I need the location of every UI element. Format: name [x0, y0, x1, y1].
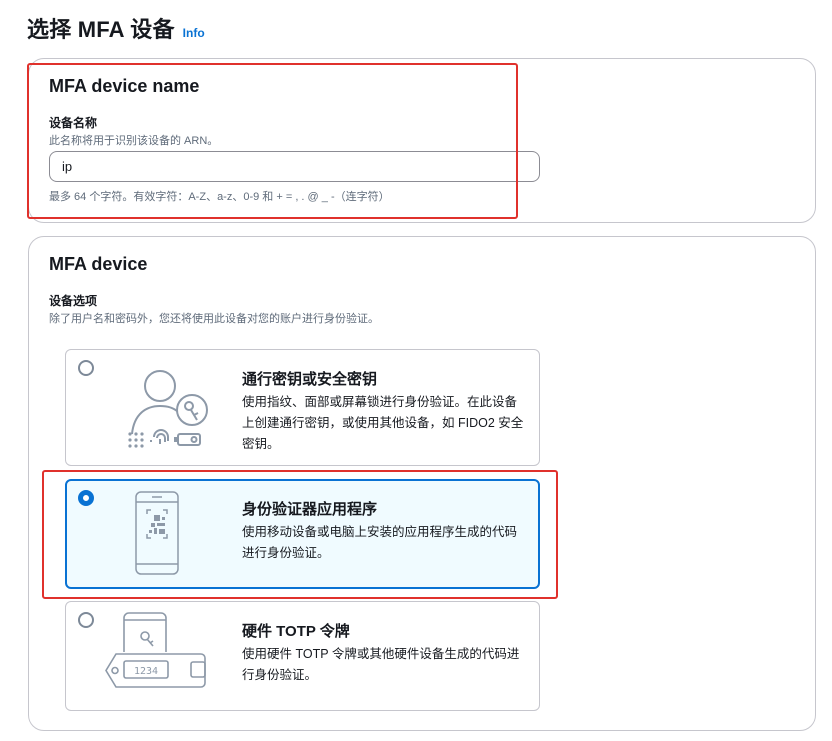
device-name-constraint: 最多 64 个字符。有效字符：A-Z、a-z、0-9 和 + = , . @ _… — [49, 191, 390, 203]
device-name-label: 设备名称 — [49, 116, 98, 130]
page-title: 选择 MFA 设备 — [27, 17, 175, 42]
option-authenticator-app[interactable]: 身份验证器应用程序 使用移动设备或电脑上安装的应用程序生成的代码进行身份验证。 — [65, 479, 540, 589]
mfa-device-panel: MFA device 设备选项 除了用户名和密码外，您还将使用此设备对您的账户进… — [28, 236, 816, 731]
mfa-device-name-heading: MFA device name — [49, 76, 200, 96]
device-options-label: 设备选项 — [49, 294, 98, 308]
token-display-code: 1234 — [134, 666, 158, 677]
radio-passkey[interactable] — [78, 360, 94, 376]
option-passkey-title: 通行密钥或安全密钥 — [242, 371, 378, 388]
option-passkey[interactable]: 通行密钥或安全密钥 使用指纹、面部或屏幕锁进行身份验证。在此设备上创建通行密钥，… — [65, 349, 540, 466]
option-authenticator-app-description: 使用移动设备或电脑上安装的应用程序生成的代码进行身份验证。 — [242, 525, 518, 560]
mfa-device-heading: MFA device — [49, 254, 148, 274]
option-hardware-token[interactable]: 1234 硬件 TOTP 令牌 使用硬件 TOTP 令牌或其他硬件设备生成的代码… — [65, 601, 540, 711]
device-name-description: 此名称将用于识别该设备的 ARN。 — [49, 135, 219, 147]
device-options-description: 除了用户名和密码外，您还将使用此设备对您的账户进行身份验证。 — [49, 313, 379, 325]
mfa-device-name-panel: MFA device name 设备名称 此名称将用于识别该设备的 ARN。 最… — [28, 58, 816, 223]
radio-authenticator-app[interactable] — [78, 490, 94, 506]
option-passkey-description: 使用指纹、面部或屏幕锁进行身份验证。在此设备上创建通行密钥，或使用其他设备，如 … — [242, 395, 524, 451]
hardware-token-icon: 1234 — [105, 612, 206, 688]
radio-hardware-token[interactable] — [78, 612, 94, 628]
option-hardware-token-title: 硬件 TOTP 令牌 — [242, 623, 350, 640]
device-name-input[interactable] — [49, 151, 540, 182]
page-header: 选择 MFA 设备 Info — [27, 12, 205, 44]
passkey-icon — [128, 370, 208, 448]
info-link[interactable]: Info — [183, 26, 205, 40]
authenticator-app-icon — [135, 491, 179, 575]
option-authenticator-app-title: 身份验证器应用程序 — [242, 501, 378, 518]
option-hardware-token-description: 使用硬件 TOTP 令牌或其他硬件设备生成的代码进行身份验证。 — [242, 647, 520, 682]
